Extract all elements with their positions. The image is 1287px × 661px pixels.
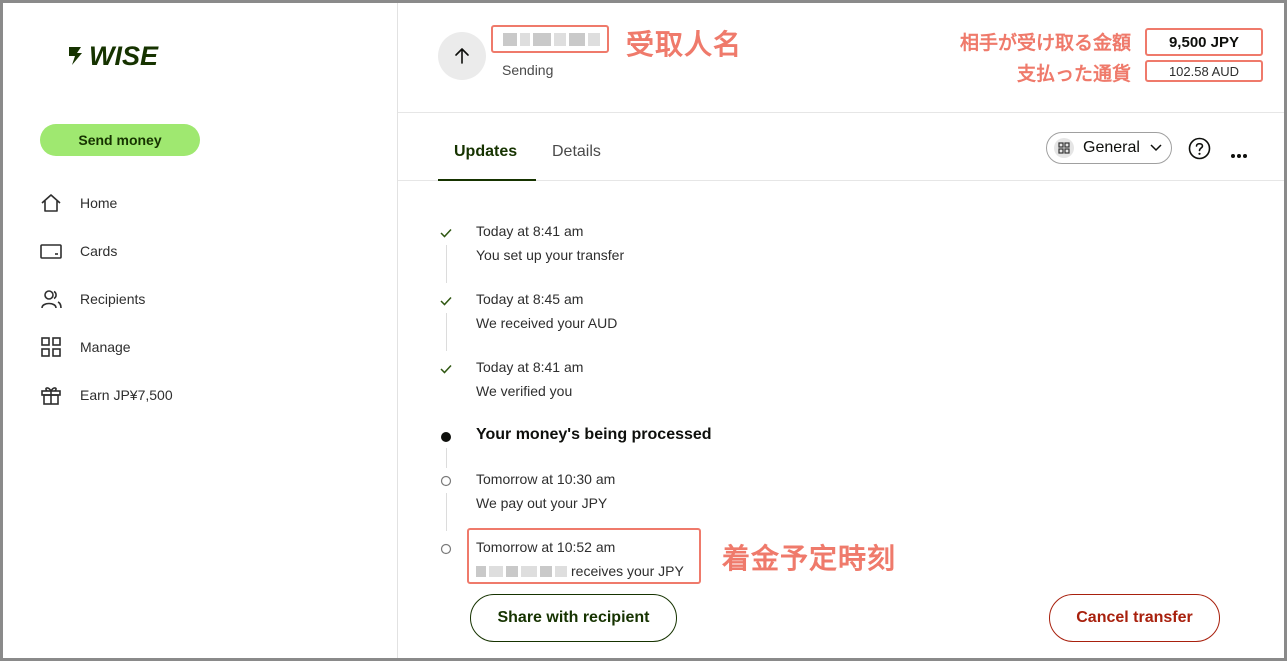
paid-amount: 102.58 AUD [1145, 60, 1263, 82]
view-select[interactable]: General [1046, 132, 1172, 164]
timeline-desc: You set up your transfer [476, 247, 625, 263]
app-window: WISE Send money Home Cards Recipients Ma… [3, 3, 1284, 658]
chevron-down-icon [1149, 139, 1163, 157]
wise-logo-mark: WISE [69, 41, 159, 71]
timeline-time: Tomorrow at 10:30 am [476, 471, 616, 487]
pending-step-circle [438, 473, 454, 489]
recipients-icon [40, 288, 62, 310]
share-with-recipient-button[interactable]: Share with recipient [470, 594, 677, 642]
timeline-desc: We pay out your JPY [476, 495, 608, 511]
grid-icon [1054, 138, 1074, 158]
more-options-icon[interactable] [1230, 146, 1248, 164]
grid-icon [40, 336, 62, 358]
transfer-status: Sending [502, 62, 554, 78]
sidebar-item-label: Earn JP¥7,500 [80, 387, 173, 403]
arrow-up-icon [455, 48, 469, 64]
transfer-header: 受取人名 Sending 相手が受け取る金額 支払った通貨 9,500 JPY … [398, 3, 1284, 113]
cancel-transfer-button[interactable]: Cancel transfer [1049, 594, 1220, 642]
sidebar-item-label: Manage [80, 339, 131, 355]
logo-text: WISE [89, 41, 159, 71]
sidebar-item-recipients[interactable]: Recipients [40, 284, 145, 314]
eta-annotation: 着金予定時刻 [722, 543, 897, 574]
check-icon [438, 225, 454, 241]
sidebar-item-manage[interactable]: Manage [40, 332, 131, 362]
wise-logo[interactable]: WISE [67, 39, 175, 71]
timeline-connector [446, 313, 447, 351]
view-select-value: General [1083, 139, 1140, 156]
timeline-title: Your money's being processed [476, 426, 712, 443]
eta-highlight [467, 528, 701, 584]
timeline-desc: We verified you [476, 383, 573, 399]
recipient-name-annotation: 受取人名 [626, 29, 743, 60]
check-icon [438, 361, 454, 377]
timeline-desc: We received your AUD [476, 315, 618, 331]
send-money-button[interactable]: Send money [40, 124, 200, 156]
home-icon [40, 192, 62, 214]
sidebar: WISE Send money Home Cards Recipients Ma… [3, 3, 397, 658]
gift-icon [40, 384, 62, 406]
pending-step-circle [438, 541, 454, 557]
sidebar-item-label: Cards [80, 243, 118, 259]
sidebar-item-cards[interactable]: Cards [40, 236, 117, 266]
sidebar-item-label: Recipients [80, 291, 146, 307]
sidebar-item-label: Home [80, 195, 118, 211]
timeline-time: Today at 8:45 am [476, 291, 584, 307]
card-icon [40, 240, 62, 262]
tab-updates[interactable]: Updates [454, 143, 517, 161]
timeline-time: Today at 8:41 am [476, 223, 584, 239]
tab-details[interactable]: Details [552, 143, 601, 161]
received-amount: 9,500 JPY [1145, 28, 1263, 56]
timeline-connector [446, 448, 447, 468]
timeline-connector [446, 493, 447, 531]
timeline-time: Today at 8:41 am [476, 359, 584, 375]
timeline-connector [446, 245, 447, 283]
main-panel: 受取人名 Sending 相手が受け取る金額 支払った通貨 9,500 JPY … [397, 3, 1284, 658]
active-tab-indicator [438, 179, 536, 181]
received-amount-annotation: 相手が受け取る金額 [959, 33, 1131, 54]
current-step-dot [438, 429, 454, 445]
tab-bar: Updates Details General [398, 113, 1284, 181]
sidebar-item-earn[interactable]: Earn JP¥7,500 [40, 380, 173, 410]
sidebar-item-home[interactable]: Home [40, 188, 117, 218]
help-icon[interactable] [1188, 137, 1211, 160]
transfer-avatar [438, 32, 486, 80]
check-icon [438, 293, 454, 309]
recipient-name-redacted [491, 25, 609, 53]
paid-currency-annotation: 支払った通貨 [1016, 64, 1131, 85]
